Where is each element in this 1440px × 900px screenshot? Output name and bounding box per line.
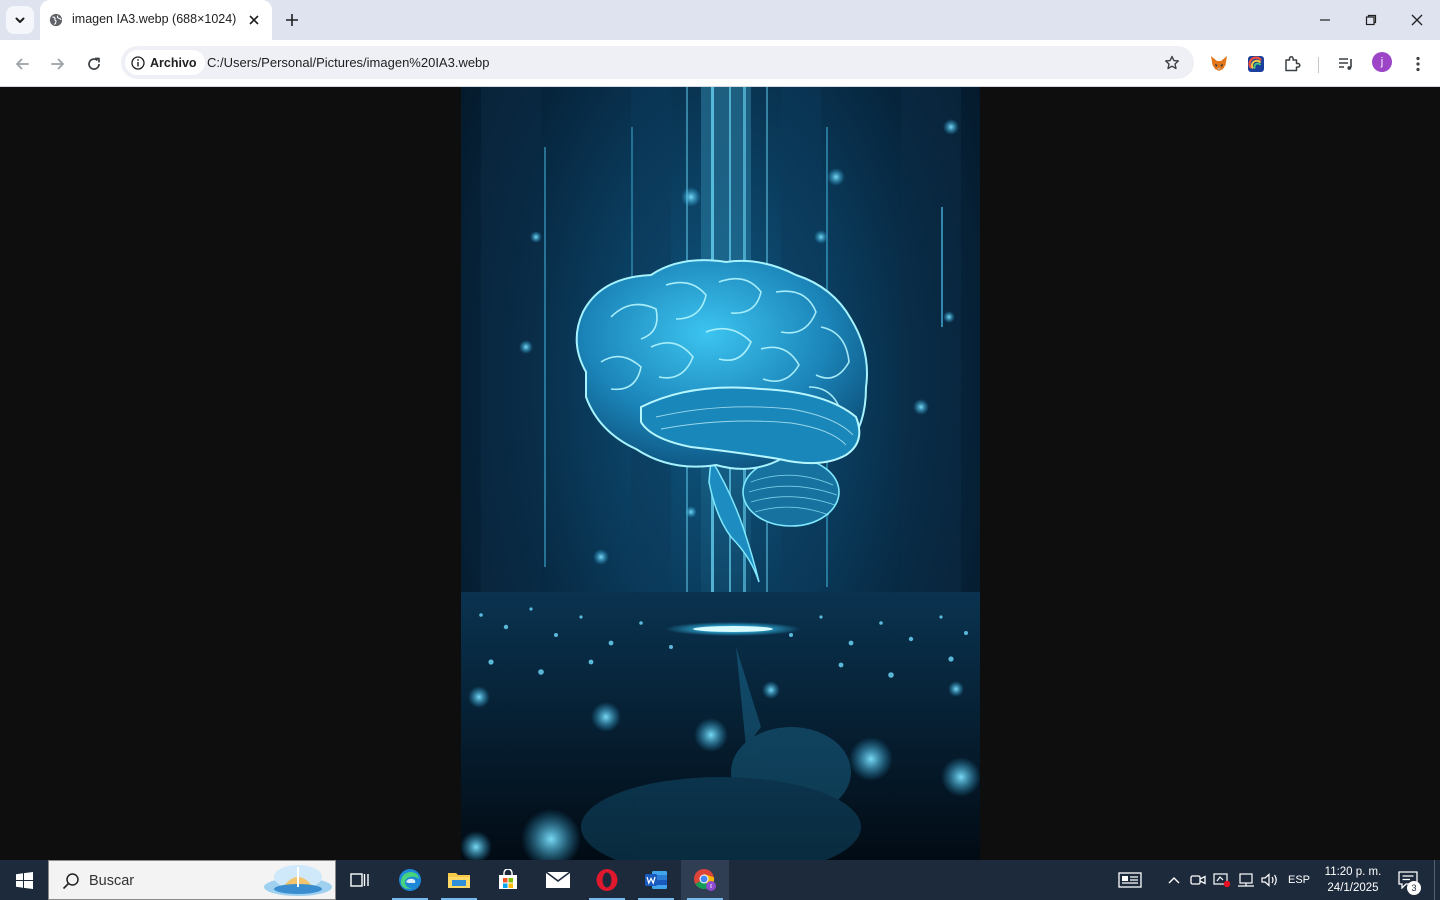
close-icon (249, 15, 259, 25)
taskbar-app-word[interactable] (632, 860, 680, 900)
alert-tray-icon (1213, 873, 1231, 888)
reload-icon (88, 57, 100, 70)
speaker-icon (1261, 873, 1277, 887)
tab-title: imagen IA3.webp (688×1024) (72, 12, 237, 26)
windows-taskbar: Buscar ESP 11:20 p. m. 24/1/2025 3 (0, 860, 1440, 900)
taskbar-app-opera[interactable] (583, 860, 631, 900)
profile-avatar[interactable]: j (1372, 52, 1392, 72)
mail-icon (545, 871, 571, 888)
opera-icon (596, 869, 618, 891)
taskbar-search[interactable]: Buscar (48, 860, 336, 900)
taskbar-app-store[interactable] (484, 860, 532, 900)
show-hidden-icons-button[interactable] (1164, 860, 1184, 900)
search-highlight-illustration (264, 865, 332, 896)
network-tray-button[interactable] (1236, 860, 1256, 900)
store-icon (499, 869, 517, 889)
site-info-chip[interactable]: Archivo (125, 50, 205, 75)
arrow-right-icon (51, 58, 64, 70)
minimize-icon (1320, 19, 1330, 21)
news-widget-button[interactable] (1114, 860, 1146, 900)
meet-now-button[interactable] (1188, 860, 1208, 900)
plus-icon (286, 14, 298, 26)
glowing-brain-illustration (461, 87, 980, 860)
media-controls-button[interactable] (1334, 52, 1358, 76)
chevron-up-icon (1168, 877, 1180, 884)
task-view-button[interactable] (336, 860, 384, 900)
task-view-icon (350, 873, 369, 887)
volume-tray-button[interactable] (1260, 860, 1280, 900)
fox-icon (1211, 56, 1227, 71)
folder-icon (448, 873, 470, 888)
input-language-button[interactable]: ESP (1284, 860, 1314, 900)
address-bar[interactable]: Archivo C:/Users/Personal/Pictures/image… (121, 46, 1194, 79)
taskbar-clock[interactable]: 11:20 p. m. 24/1/2025 (1318, 864, 1388, 896)
start-button[interactable] (0, 860, 48, 900)
url-text[interactable]: C:/Users/Personal/Pictures/imagen%20IA3.… (207, 55, 490, 70)
security-tray-button[interactable] (1212, 860, 1232, 900)
toolbar-separator (1318, 57, 1319, 73)
minimize-button[interactable] (1302, 0, 1348, 40)
color-extension-button[interactable] (1244, 52, 1268, 76)
taskbar-app-file-explorer[interactable] (435, 860, 483, 900)
taskbar-app-chrome[interactable] (681, 860, 729, 900)
rainbow-extension-icon (1248, 56, 1264, 72)
globe-icon (49, 13, 63, 27)
forward-button[interactable] (44, 50, 72, 78)
star-icon (1165, 55, 1179, 70)
video-camera-icon (1190, 875, 1206, 885)
puzzle-icon (1285, 55, 1301, 72)
tab-search-button[interactable] (6, 6, 34, 34)
chevron-down-icon (15, 17, 25, 23)
show-desktop-button[interactable] (1434, 860, 1440, 900)
notification-center-button[interactable] (1394, 860, 1422, 900)
browser-toolbar: Archivo C:/Users/Personal/Pictures/image… (0, 40, 1440, 87)
word-icon (645, 871, 667, 889)
arrow-left-icon (16, 58, 29, 70)
close-icon (1411, 14, 1423, 26)
site-chip-label: Archivo (150, 55, 197, 70)
displayed-image[interactable] (461, 87, 980, 860)
tab-close-button[interactable] (246, 12, 262, 28)
bookmark-button[interactable] (1162, 53, 1182, 73)
tab-image[interactable]: imagen IA3.webp (688×1024) (40, 0, 272, 40)
reload-button[interactable] (80, 50, 108, 78)
restore-button[interactable] (1348, 0, 1394, 40)
info-icon (131, 55, 145, 70)
taskbar-app-mail[interactable] (534, 860, 582, 900)
search-icon (62, 873, 79, 890)
close-window-button[interactable] (1394, 0, 1440, 40)
chrome-icon (694, 869, 716, 891)
edge-icon (399, 869, 421, 891)
back-button[interactable] (8, 50, 36, 78)
kebab-menu-icon (1416, 56, 1420, 72)
new-tab-button[interactable] (280, 8, 304, 32)
clock-time: 11:20 p. m. (1324, 866, 1382, 878)
windows-logo-icon (15, 871, 33, 889)
tab-strip: imagen IA3.webp (688×1024) (0, 0, 1440, 40)
clock-date: 24/1/2025 (1327, 882, 1379, 894)
notification-count-badge: 3 (1407, 881, 1421, 895)
image-viewer (0, 87, 1440, 860)
taskbar-app-edge[interactable] (386, 860, 434, 900)
restore-icon (1365, 14, 1377, 26)
ethernet-icon (1238, 873, 1254, 887)
search-placeholder: Buscar (89, 873, 135, 889)
news-icon (1118, 872, 1142, 888)
browser-menu-button[interactable] (1406, 52, 1430, 76)
music-queue-icon (1339, 58, 1352, 70)
extensions-button[interactable] (1280, 52, 1304, 76)
metamask-extension-button[interactable] (1207, 52, 1231, 76)
